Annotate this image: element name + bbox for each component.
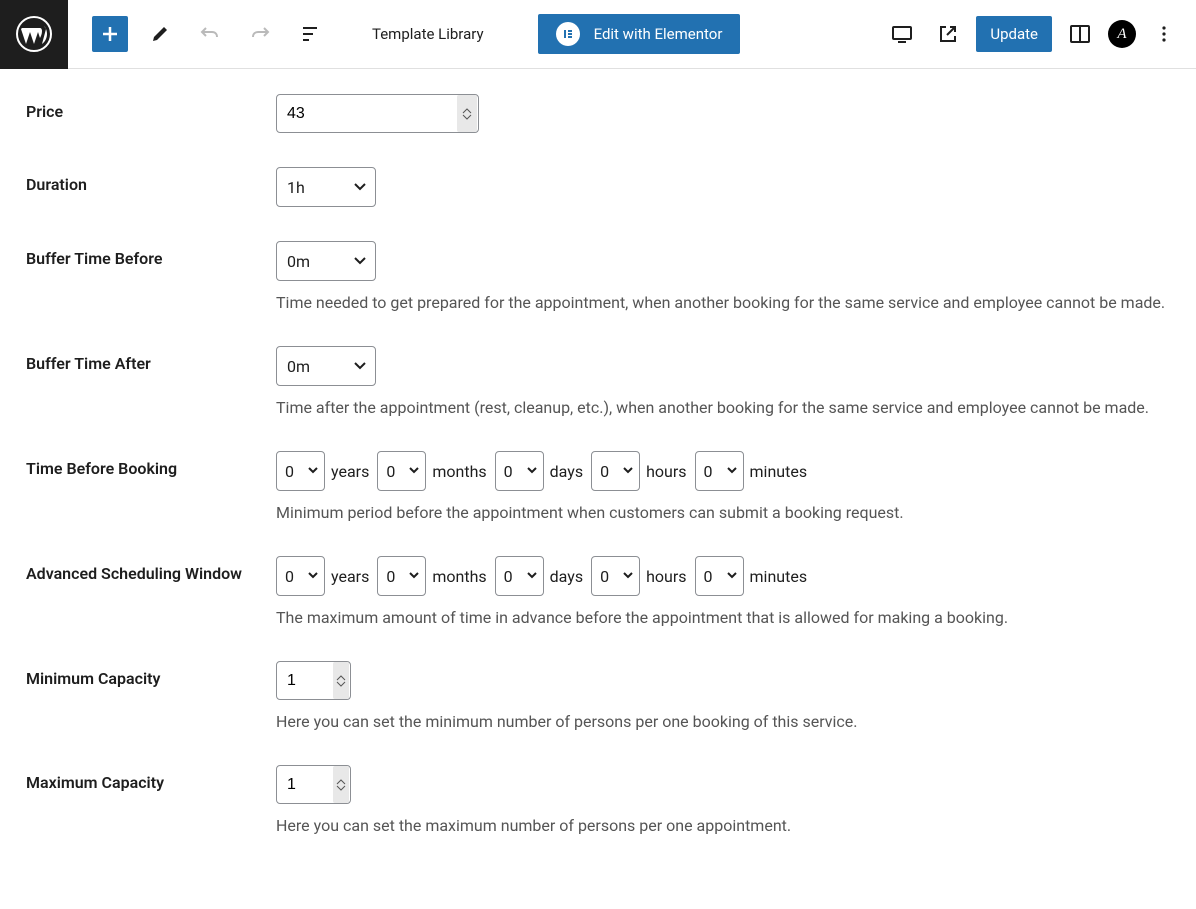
min-capacity-help: Here you can set the minimum number of p… — [276, 712, 1170, 731]
adv-window-hours-select[interactable]: 0 — [591, 556, 640, 596]
months-unit: months — [432, 462, 486, 481]
time-before-help: Minimum period before the appointment wh… — [276, 503, 1170, 522]
price-label: Price — [26, 94, 276, 121]
adv-window-years-select[interactable]: 0 — [276, 556, 325, 596]
toolbar-right: Update A — [884, 16, 1196, 52]
buffer-before-help: Time needed to get prepared for the appo… — [276, 293, 1170, 312]
sidebar-icon — [1068, 22, 1092, 46]
undo-button[interactable] — [192, 16, 228, 52]
max-capacity-field[interactable] — [277, 776, 333, 794]
price-input-field[interactable] — [277, 105, 457, 123]
avatar[interactable]: A — [1108, 20, 1136, 48]
max-capacity-help: Here you can set the maximum number of p… — [276, 816, 1170, 835]
sidebar-toggle-button[interactable] — [1062, 16, 1098, 52]
min-capacity-label: Minimum Capacity — [26, 661, 276, 688]
wordpress-logo[interactable] — [0, 0, 68, 69]
hours-unit: hours — [646, 462, 686, 481]
duration-label: Duration — [26, 167, 276, 194]
chevron-down-icon — [408, 570, 420, 582]
time-before-days-select[interactable]: 0 — [495, 451, 544, 491]
chevron-down-icon — [622, 465, 634, 477]
pencil-icon — [150, 24, 170, 44]
add-block-button[interactable] — [92, 16, 128, 52]
redo-icon — [249, 23, 271, 45]
chevron-down-icon — [622, 570, 634, 582]
months-unit: months — [432, 567, 486, 586]
chevron-down-icon — [307, 465, 319, 477]
years-unit: years — [331, 567, 369, 586]
time-before-minutes-select[interactable]: 0 — [695, 451, 744, 491]
buffer-after-label: Buffer Time After — [26, 346, 276, 373]
elementor-icon — [556, 22, 580, 46]
options-button[interactable] — [1146, 16, 1182, 52]
chevron-down-icon — [726, 465, 738, 477]
max-capacity-label: Maximum Capacity — [26, 765, 276, 792]
time-before-label: Time Before Booking — [26, 451, 276, 478]
wordpress-icon — [16, 16, 52, 52]
external-link-button[interactable] — [930, 16, 966, 52]
adv-window-days-select[interactable]: 0 — [495, 556, 544, 596]
external-link-icon — [937, 23, 959, 45]
buffer-before-label: Buffer Time Before — [26, 241, 276, 268]
adv-window-label: Advanced Scheduling Window — [26, 556, 276, 583]
adv-window-help: The maximum amount of time in advance be… — [276, 608, 1170, 627]
chevron-down-icon — [408, 465, 420, 477]
price-input[interactable] — [276, 94, 479, 133]
edit-button[interactable] — [142, 16, 178, 52]
days-unit: days — [550, 462, 583, 481]
minutes-unit: minutes — [750, 462, 808, 481]
duration-value: 1h — [277, 178, 305, 197]
chevron-down-icon — [307, 570, 319, 582]
time-before-hours-select[interactable]: 0 — [591, 451, 640, 491]
form-content: Price Duration 1h Buffer Time Before 0m … — [0, 69, 1196, 909]
desktop-icon — [890, 22, 914, 46]
min-capacity-input[interactable] — [276, 661, 351, 700]
spinner-icon[interactable] — [333, 766, 349, 803]
undo-icon — [199, 23, 221, 45]
chevron-down-icon — [526, 465, 538, 477]
time-before-months-select[interactable]: 0 — [377, 451, 426, 491]
time-before-years-select[interactable]: 0 — [276, 451, 325, 491]
minutes-unit: minutes — [750, 567, 808, 586]
plus-icon — [100, 24, 120, 44]
elementor-label: Edit with Elementor — [594, 25, 723, 43]
buffer-before-select[interactable]: 0m — [276, 241, 376, 281]
adv-window-minutes-select[interactable]: 0 — [695, 556, 744, 596]
list-icon — [299, 23, 321, 45]
edit-elementor-button[interactable]: Edit with Elementor — [538, 14, 741, 54]
buffer-before-value: 0m — [277, 252, 310, 271]
buffer-after-value: 0m — [277, 357, 310, 376]
breadcrumb[interactable]: Template Library — [372, 25, 484, 43]
chevron-down-icon — [353, 254, 367, 268]
buffer-after-select[interactable]: 0m — [276, 346, 376, 386]
chevron-down-icon — [726, 570, 738, 582]
document-overview-button[interactable] — [292, 16, 328, 52]
adv-window-months-select[interactable]: 0 — [377, 556, 426, 596]
years-unit: years — [331, 462, 369, 481]
hours-unit: hours — [646, 567, 686, 586]
min-capacity-field[interactable] — [277, 672, 333, 690]
redo-button[interactable] — [242, 16, 278, 52]
view-button[interactable] — [884, 16, 920, 52]
max-capacity-input[interactable] — [276, 765, 351, 804]
update-button[interactable]: Update — [976, 16, 1052, 52]
toolbar-left: Template Library Edit with Elementor — [68, 14, 740, 54]
spinner-icon[interactable] — [457, 95, 477, 132]
dots-vertical-icon — [1154, 24, 1174, 44]
buffer-after-help: Time after the appointment (rest, cleanu… — [276, 398, 1170, 417]
chevron-down-icon — [353, 359, 367, 373]
days-unit: days — [550, 567, 583, 586]
spinner-icon[interactable] — [333, 662, 349, 699]
duration-select[interactable]: 1h — [276, 167, 376, 207]
top-toolbar: Template Library Edit with Elementor Upd… — [0, 0, 1196, 69]
chevron-down-icon — [526, 570, 538, 582]
chevron-down-icon — [353, 180, 367, 194]
